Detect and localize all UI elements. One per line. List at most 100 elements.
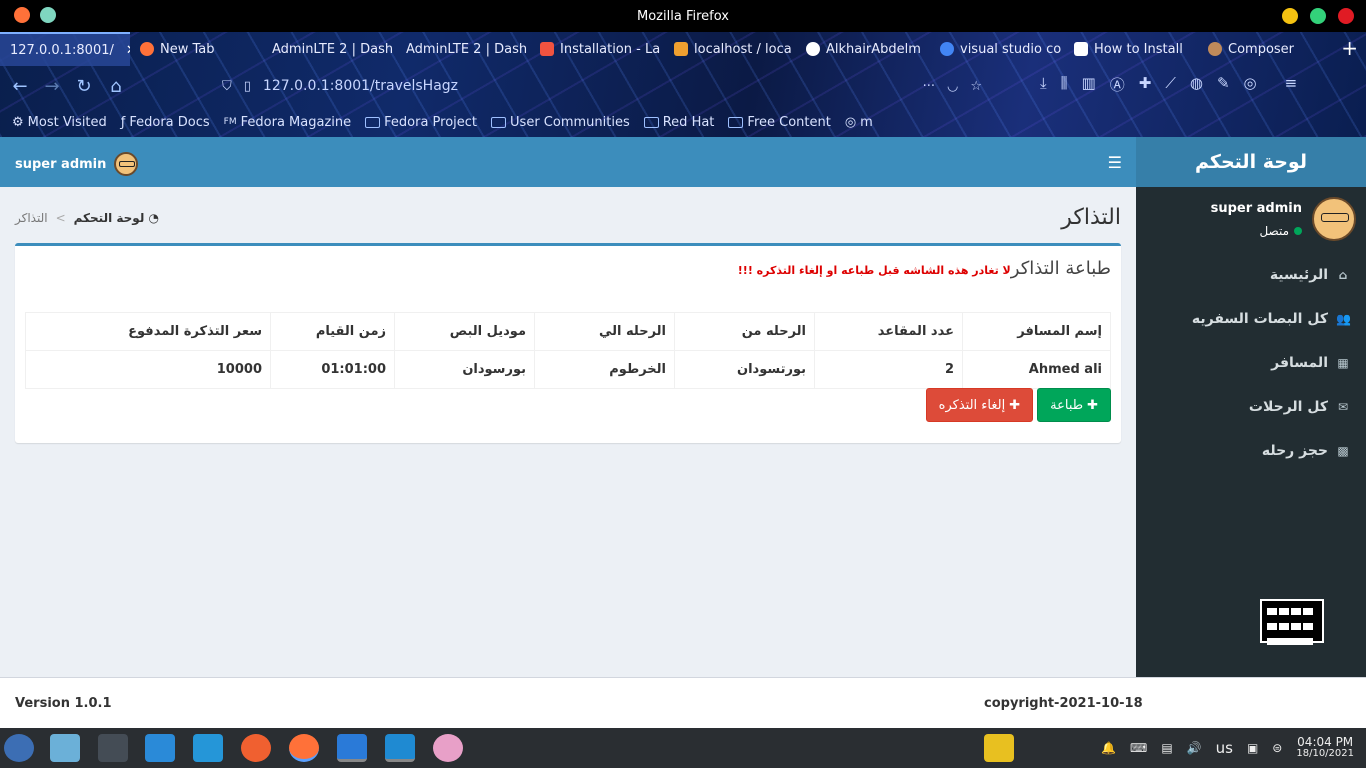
- back-icon[interactable]: ←: [4, 76, 36, 97]
- table-cell: 01:01:00: [270, 350, 395, 389]
- menu-icon[interactable]: ≡: [1285, 74, 1298, 95]
- toggle-icon[interactable]: ⊜: [1272, 741, 1282, 755]
- table-cell: الخرطوم: [534, 350, 675, 389]
- eyedropper-icon[interactable]: ⟋: [1165, 74, 1176, 95]
- browser-chrome: 127.0.0.1:8001/✕ New Tab AdminLTE 2 | Da…: [0, 32, 1366, 137]
- bookmark-most-visited[interactable]: ⚙ Most Visited: [12, 115, 107, 130]
- print-button[interactable]: ✚ طباعة: [1037, 388, 1111, 422]
- envelope-icon: ✉: [1337, 400, 1349, 414]
- home-icon: ⌂: [1338, 268, 1348, 282]
- plus-icon: ✚: [1087, 397, 1098, 413]
- more-actions-icon[interactable]: ···: [923, 79, 935, 94]
- download-icon[interactable]: ⤓: [1040, 74, 1047, 95]
- bookmark-m[interactable]: ◎ m: [845, 115, 873, 130]
- store-app-icon[interactable]: [193, 734, 223, 762]
- close-window-button[interactable]: [1338, 8, 1354, 24]
- gear-icon: ⚙: [12, 114, 24, 130]
- tab-new-tab[interactable]: New Tab: [130, 32, 262, 66]
- user-menu[interactable]: super admin: [15, 152, 139, 176]
- tab-localhost[interactable]: 127.0.0.1:8001/✕: [0, 32, 130, 66]
- clock[interactable]: 04:04 PM 18/10/2021: [1296, 736, 1354, 760]
- bookmark-fedora-project[interactable]: Fedora Project: [365, 115, 477, 130]
- volume-icon[interactable]: 🔊: [1187, 741, 1202, 755]
- notifications-icon[interactable]: 🔔: [1101, 741, 1116, 755]
- reload-icon[interactable]: ↻: [68, 76, 100, 97]
- pocket-icon[interactable]: ◡: [947, 79, 958, 94]
- plus-icon: ✚: [1009, 397, 1021, 413]
- bookmark-fedora-docs[interactable]: ƒ Fedora Docs: [121, 115, 210, 130]
- tab-how-to-install[interactable]: How to Install: [1064, 32, 1198, 66]
- tab-google[interactable]: visual studio co: [930, 32, 1064, 66]
- text-editor-app-icon[interactable]: [337, 734, 367, 762]
- window-menu-icon[interactable]: [40, 7, 56, 23]
- bookmark-free-content[interactable]: Free Content: [728, 115, 831, 130]
- files-app-icon[interactable]: [145, 734, 175, 762]
- tab-installation[interactable]: Installation - La: [530, 32, 664, 66]
- settings-app-icon[interactable]: [98, 734, 128, 762]
- sidebar-item-book-trip[interactable]: حجز رحله ▩: [1136, 429, 1366, 473]
- table-header-row: إسم المسافر عدد المقاعد الرحله من الرحله…: [25, 312, 1111, 351]
- sidebar-item-buses[interactable]: كل البصات السفريه 👥: [1136, 297, 1366, 341]
- tab-composer[interactable]: Composer: [1198, 32, 1322, 66]
- version-text: Version 1.0.1: [15, 696, 112, 711]
- box-title: طباعة التذاكر: [1010, 258, 1111, 279]
- minimize-button[interactable]: [1282, 8, 1298, 24]
- tab-adminlte-1[interactable]: AdminLTE 2 | Dash: [262, 32, 396, 66]
- screenshot-app-icon[interactable]: [433, 734, 463, 762]
- dashboard-icon: ◔: [148, 211, 159, 225]
- toolbar-icons: ⤓ ⫼ ▥ Ⓐ ✚ ⟋ ◍ ✎ ◎ ≡: [1040, 74, 1297, 95]
- sidebar-item-traveler[interactable]: المسافر ▦: [1136, 341, 1366, 385]
- cube-app-icon[interactable]: [50, 734, 80, 762]
- bookmark-user-communities[interactable]: User Communities: [491, 115, 630, 130]
- extension-icon[interactable]: ✚: [1139, 74, 1152, 95]
- notes-app-icon[interactable]: [984, 734, 1014, 762]
- clipboard-icon[interactable]: ▤: [1161, 741, 1172, 755]
- table-row: Ahmed ali 2 بورتسودان الخرطوم بورسودان 0…: [25, 350, 1111, 389]
- bookmark-star-icon[interactable]: ☆: [970, 79, 982, 94]
- bookmark-red-hat[interactable]: Red Hat: [643, 115, 714, 130]
- forward-icon[interactable]: →: [36, 76, 68, 97]
- bookmark-fedora-magazine[interactable]: FM Fedora Magazine: [224, 115, 351, 130]
- pen-icon[interactable]: ✎: [1217, 74, 1230, 95]
- taskbar: 🔔 ⌨ ▤ 🔊 us ▣ ⊜ 04:04 PM 18/10/2021: [0, 728, 1366, 768]
- sq-icon[interactable]: ◍: [1190, 74, 1203, 95]
- keyboard-layout[interactable]: us: [1216, 739, 1233, 757]
- url-bar[interactable]: ⛉ ▯ 127.0.0.1:8001/travelsHagz ··· ◡ ☆: [222, 72, 982, 100]
- sidebar-item-home[interactable]: الرئيسية ⌂: [1136, 253, 1366, 297]
- composer-icon: [1208, 42, 1222, 56]
- sidebar-user-panel: super admin متصل: [1211, 197, 1356, 241]
- tab-phpmyadmin[interactable]: localhost / loca: [664, 32, 796, 66]
- vscode-app-icon[interactable]: [385, 734, 415, 762]
- sidebar-item-trips[interactable]: كل الرحلات ✉: [1136, 385, 1366, 429]
- breadcrumb-home[interactable]: لوحة التحكم ◔: [74, 211, 159, 225]
- network-icon[interactable]: ▣: [1247, 741, 1258, 755]
- globe-icon[interactable]: ◎: [1244, 74, 1257, 95]
- shield-icon[interactable]: ⛉: [222, 79, 232, 94]
- cancel-ticket-button[interactable]: ✚ إلغاء التذكره: [925, 388, 1034, 422]
- library-icon[interactable]: ⫼: [1061, 74, 1068, 95]
- tab-github[interactable]: AlkhairAbdelm: [796, 32, 930, 66]
- online-dot-icon: [1294, 227, 1302, 235]
- fedora-launcher-icon[interactable]: [4, 734, 34, 762]
- page-icon: ▯: [243, 78, 251, 94]
- firefox-app-icon[interactable]: [289, 734, 319, 762]
- keyboard-icon[interactable]: ⌨: [1130, 741, 1147, 755]
- app-logo[interactable]: لوحة التحكم: [1136, 137, 1366, 187]
- tab-adminlte-2[interactable]: AdminLTE 2 | Dash: [396, 32, 530, 66]
- top-navbar: super admin ☰: [0, 137, 1136, 187]
- avatar: [114, 152, 139, 176]
- sidebar-toggle-icon[interactable]: ☰: [1108, 153, 1122, 172]
- postman-app-icon[interactable]: [241, 734, 271, 762]
- home-icon[interactable]: ⌂: [100, 76, 132, 97]
- maximize-button[interactable]: [1310, 8, 1326, 24]
- copyright-text: copyright-2021-10-18: [984, 696, 1143, 711]
- grid-icon: ▩: [1337, 444, 1349, 458]
- account-icon[interactable]: Ⓐ: [1110, 74, 1125, 95]
- new-tab-button[interactable]: +: [1341, 36, 1358, 60]
- da-icon: [1074, 42, 1088, 56]
- action-buttons: ✚ طباعة ✚ إلغاء التذكره: [925, 388, 1111, 422]
- sidebar: super admin متصل الرئيسية ⌂ كل البصات الس…: [1136, 187, 1366, 677]
- url-text[interactable]: 127.0.0.1:8001/travelsHagz: [263, 78, 458, 94]
- onscreen-keyboard-icon[interactable]: [1260, 599, 1324, 645]
- sidebar-icon[interactable]: ▥: [1082, 74, 1096, 95]
